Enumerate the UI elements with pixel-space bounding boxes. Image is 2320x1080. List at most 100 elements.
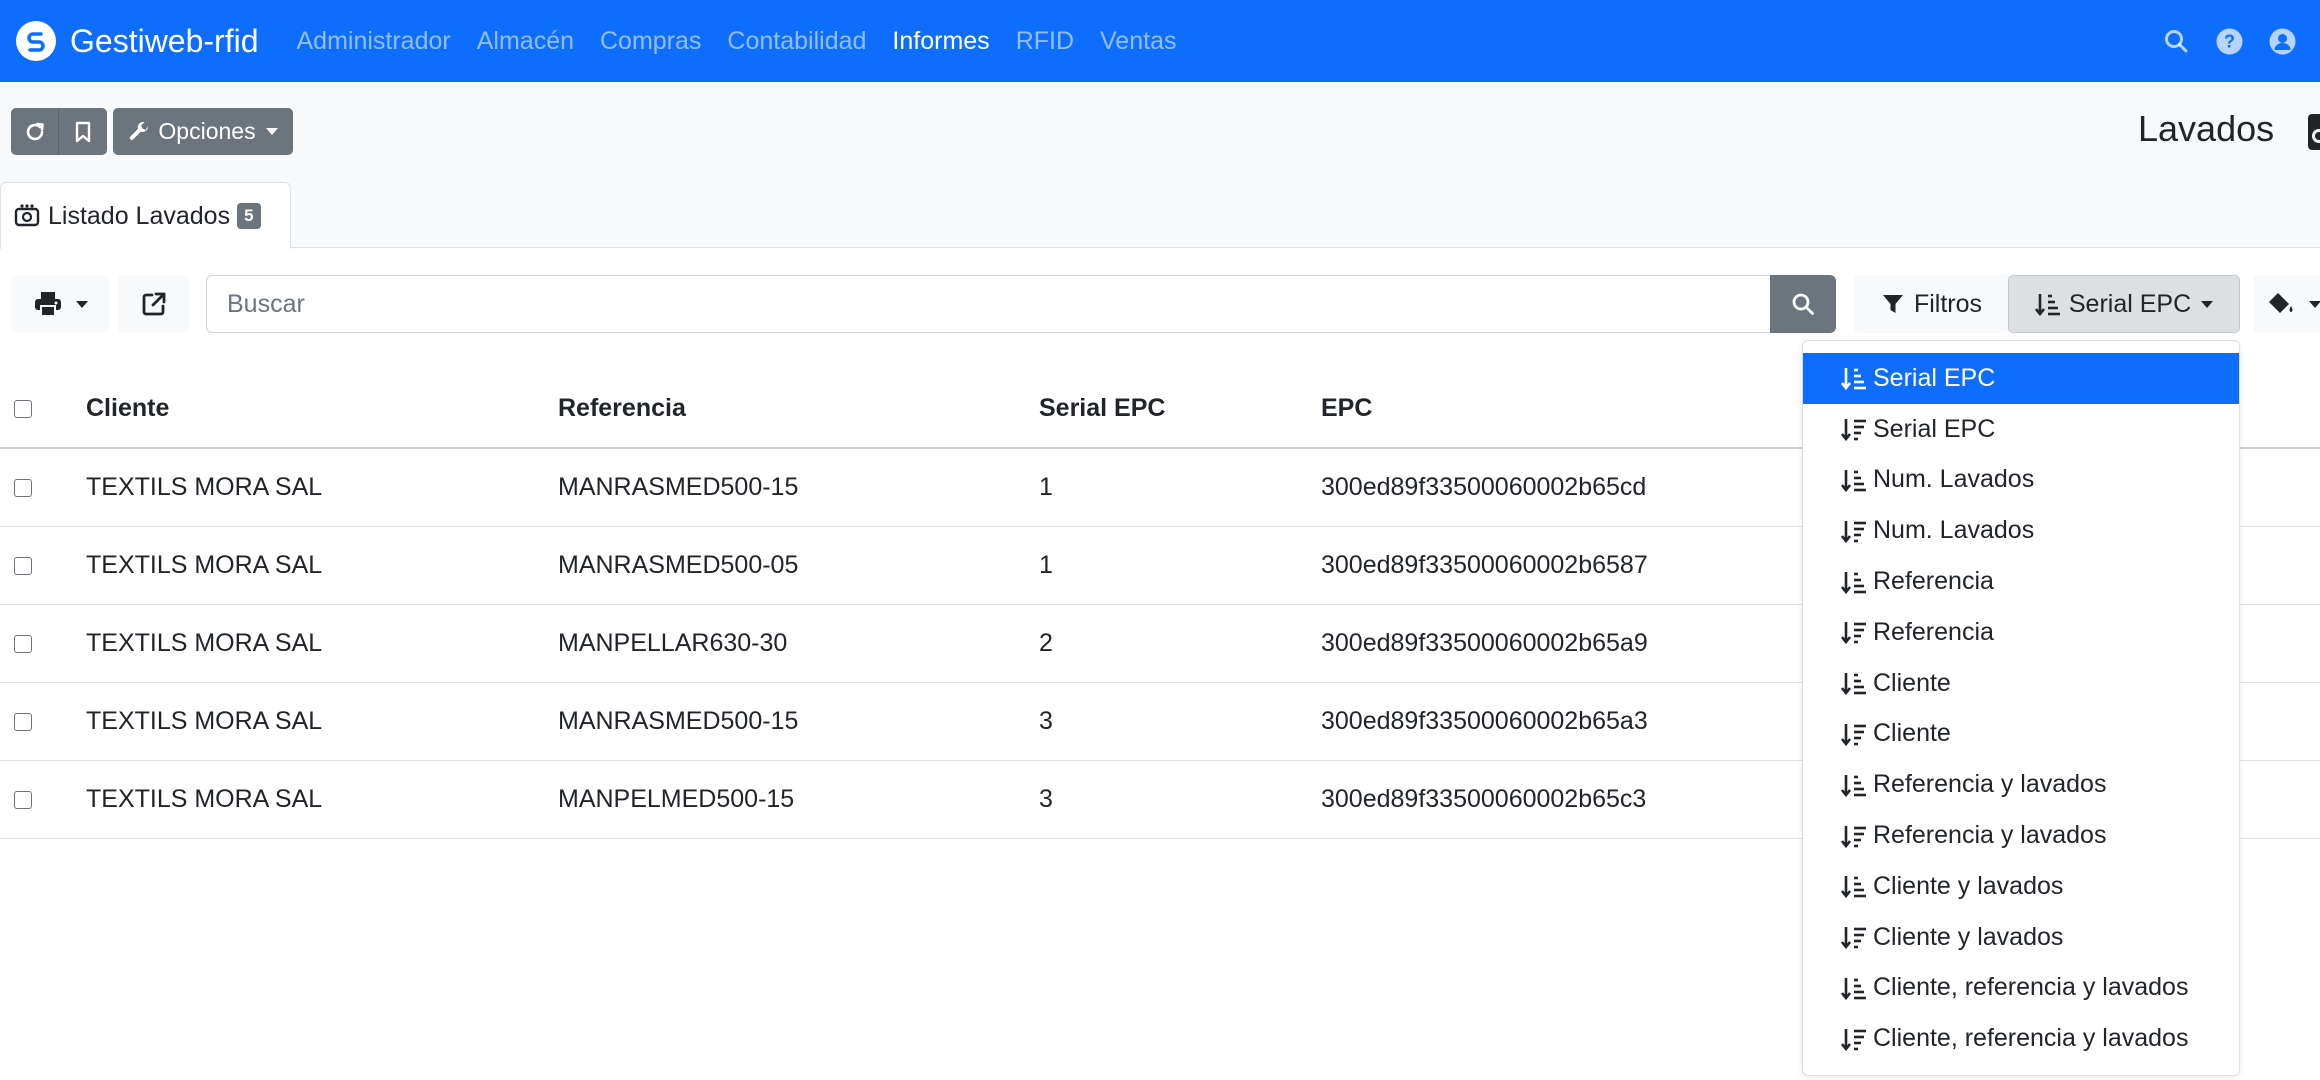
row-checkbox[interactable] [14, 556, 32, 575]
print-icon [34, 292, 61, 317]
cell-serial-epc: 2 [1039, 604, 1321, 683]
select-all-cell [0, 370, 86, 449]
sort-option[interactable]: Cliente y lavados [1803, 912, 2239, 963]
chevron-down-icon [265, 128, 278, 135]
column-header-cliente[interactable]: Cliente [86, 370, 558, 449]
row-select-cell [0, 448, 86, 527]
row-checkbox[interactable] [14, 479, 32, 498]
nav-item-almacen[interactable]: Almacén [477, 27, 574, 56]
sort-option[interactable]: Serial EPC [1803, 353, 2239, 404]
sort-amount-asc-icon [1841, 570, 1867, 594]
nav-item-contabilidad[interactable]: Contabilidad [727, 27, 866, 56]
cell-serial-epc: 1 [1039, 448, 1321, 527]
chevron-down-icon [2201, 300, 2214, 308]
row-checkbox[interactable] [14, 634, 32, 653]
sort-option-label: Referencia y lavados [1873, 770, 2107, 799]
brand-logo-icon [16, 21, 56, 61]
nav-item-ventas[interactable]: Ventas [1100, 27, 1176, 56]
sort-dropdown-button[interactable]: Serial EPC [2008, 275, 2240, 333]
bookmark-button[interactable] [59, 108, 107, 155]
sort-option-label: Num. Lavados [1873, 465, 2035, 494]
sort-option-label: Cliente [1873, 719, 1951, 748]
filters-label: Filtros [1913, 289, 1983, 318]
sort-option[interactable]: Num. Lavados [1803, 455, 2239, 506]
sort-option-label: Cliente y lavados [1873, 922, 2064, 951]
sort-amount-desc-icon [1841, 824, 1867, 848]
brand[interactable]: Gestiweb-rfid [16, 21, 259, 61]
page-title: Lavados [2138, 108, 2275, 149]
sort-option-label: Cliente, referencia y lavados [1873, 973, 2189, 1002]
tab-label: Listado Lavados [48, 201, 231, 230]
user-icon[interactable] [2267, 26, 2297, 56]
sort-option[interactable]: Cliente [1803, 709, 2239, 760]
sort-option[interactable]: Cliente y lavados [1803, 861, 2239, 912]
sort-amount-asc-icon [1841, 773, 1867, 797]
color-button[interactable] [2253, 275, 2320, 333]
sort-amount-asc-icon [1841, 468, 1867, 492]
filter-icon [1882, 295, 1903, 313]
paint-bucket-icon [2269, 293, 2293, 313]
sort-option-label: Num. Lavados [1873, 516, 2035, 545]
external-link-icon [142, 292, 166, 316]
filters-button[interactable]: Filtros [1854, 275, 2010, 333]
brand-name: Gestiweb-rfid [70, 22, 259, 59]
nav-item-rfid[interactable]: RFID [1016, 27, 1074, 56]
sort-option[interactable]: Cliente, referencia y lavados [1803, 963, 2239, 1014]
sort-option-label: Referencia [1873, 617, 1994, 646]
sort-option[interactable]: Serial EPC [1803, 404, 2239, 455]
sort-amount-asc-icon [1841, 366, 1867, 391]
export-button[interactable] [118, 275, 190, 333]
sort-option[interactable]: Referencia y lavados [1803, 759, 2239, 810]
tab-listado-lavados[interactable]: Listado Lavados 5 [0, 182, 291, 249]
nav-item-compras[interactable]: Compras [600, 27, 701, 56]
row-checkbox[interactable] [14, 712, 32, 731]
cell-cliente: TEXTILS MORA SAL [86, 526, 558, 605]
cell-cliente: TEXTILS MORA SAL [86, 760, 558, 839]
select-all-checkbox[interactable] [14, 400, 32, 419]
search-icon[interactable] [2161, 26, 2191, 56]
chevron-down-icon [2309, 300, 2320, 308]
sort-amount-desc-icon [1841, 519, 1867, 543]
sort-amount-asc-icon [1841, 976, 1867, 1000]
page-header [0, 82, 2320, 248]
print-button[interactable] [11, 275, 110, 333]
nav-item-informes[interactable]: Informes [892, 27, 989, 56]
help-icon[interactable]: ? [2214, 26, 2244, 56]
cell-referencia: MANRASMED500-05 [558, 526, 1039, 605]
options-dropdown-button[interactable]: Opciones [113, 108, 293, 155]
sort-option-label: Cliente [1873, 668, 1951, 697]
sort-amount-desc-icon [1841, 722, 1867, 746]
nav-item-administrador[interactable]: Administrador [297, 27, 451, 56]
cell-serial-epc: 3 [1039, 682, 1321, 761]
washing-machine-icon [14, 204, 40, 227]
search-button[interactable] [1770, 275, 1836, 333]
sort-option[interactable]: Referencia [1803, 607, 2239, 658]
cell-cliente: TEXTILS MORA SAL [86, 448, 558, 527]
cell-referencia: MANRASMED500-15 [558, 448, 1039, 527]
row-checkbox[interactable] [14, 790, 32, 809]
washing-icon [2302, 112, 2320, 159]
sort-amount-desc-icon [1841, 620, 1867, 645]
sort-option[interactable]: Num. Lavados [1803, 505, 2239, 556]
refresh-icon [26, 122, 44, 140]
count-badge: 5 [237, 203, 261, 229]
sort-option-label: Cliente, referencia y lavados [1873, 1024, 2189, 1053]
row-select-cell [0, 760, 86, 839]
sort-option[interactable]: Referencia y lavados [1803, 810, 2239, 861]
sort-option[interactable]: Cliente [1803, 658, 2239, 709]
sort-option-label: Serial EPC [1873, 414, 1996, 443]
search-input[interactable] [206, 275, 1771, 333]
cell-serial-epc: 3 [1039, 760, 1321, 839]
bookmark-icon [75, 121, 91, 142]
cell-referencia: MANPELLAR630-30 [558, 604, 1039, 683]
sort-amount-asc-icon [2034, 294, 2060, 316]
sort-option-label: Serial EPC [1873, 363, 1996, 392]
column-header-referencia[interactable]: Referencia [558, 370, 1039, 449]
refresh-button[interactable] [11, 108, 59, 155]
action-button-group [11, 108, 107, 155]
column-header-serial-epc[interactable]: Serial EPC [1039, 370, 1321, 449]
sort-option[interactable]: Cliente, referencia y lavados [1803, 1013, 2239, 1064]
cell-referencia: MANPELMED500-15 [558, 760, 1039, 839]
sort-option[interactable]: Referencia [1803, 556, 2239, 607]
main-menu: Administrador Almacén Compras Contabilidad I… [297, 27, 1203, 56]
